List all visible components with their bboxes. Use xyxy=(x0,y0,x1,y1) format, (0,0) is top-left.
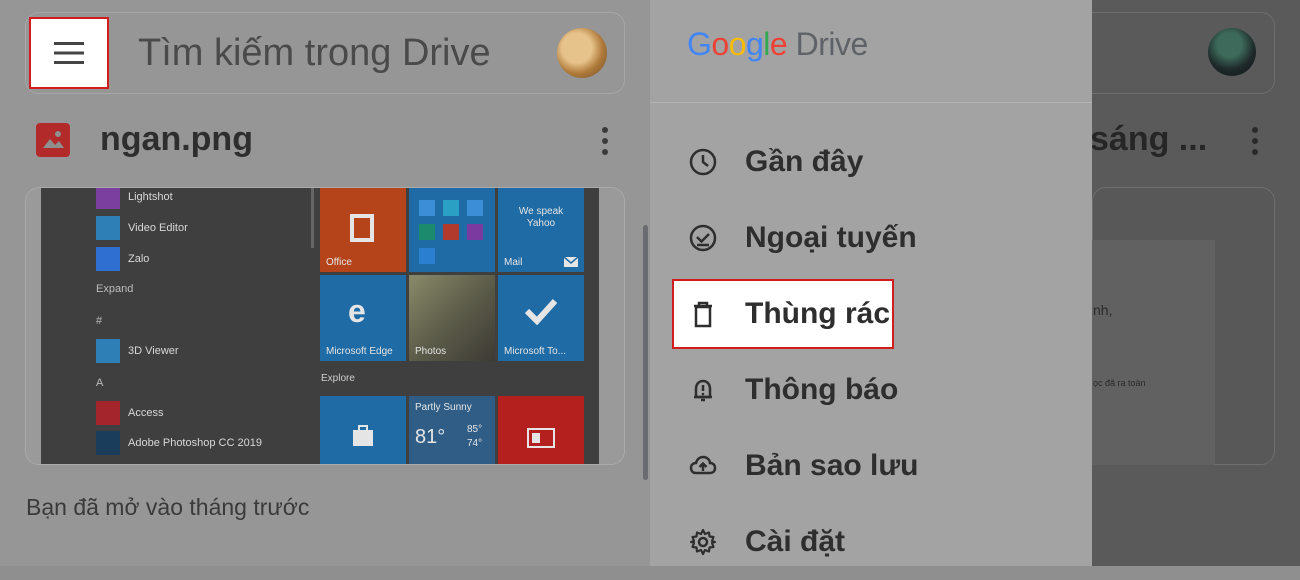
cloud-upload-icon xyxy=(689,455,717,475)
file-name[interactable]: ngan.png xyxy=(100,120,253,159)
list-item: 3D Viewer xyxy=(96,339,179,363)
more-options-icon[interactable] xyxy=(592,124,618,158)
list-item: Access xyxy=(96,401,163,425)
bell-icon xyxy=(694,379,712,402)
offline-check-icon xyxy=(689,224,717,252)
apps-group-tile xyxy=(409,188,495,272)
expand-label: Expand xyxy=(96,283,134,295)
trash-icon xyxy=(694,301,712,328)
office-tile: Office xyxy=(320,188,406,272)
scrollbar[interactable] xyxy=(643,225,648,480)
divider xyxy=(650,102,1092,103)
section-letter: # xyxy=(96,315,103,327)
background-file-name: sáng ... xyxy=(1090,120,1208,158)
menu-icon xyxy=(54,42,84,64)
drawer-item-notifications[interactable]: Thông báo xyxy=(650,352,1092,428)
drawer-item-label: Bản sao lưu xyxy=(745,449,919,482)
hamburger-menu-button[interactable] xyxy=(29,17,109,89)
drawer-item-label: Cài đặt xyxy=(745,525,846,558)
list-item: Adobe Photoshop CC 2019 xyxy=(96,431,262,455)
drawer-item-label: Thùng rác xyxy=(745,297,891,330)
mail-tile: We speak Yahoo Mail xyxy=(498,188,584,272)
more-options-icon xyxy=(1252,127,1258,155)
drawer-item-label: Thông báo xyxy=(745,373,899,406)
section-letter: A xyxy=(96,377,104,389)
last-opened-caption: Bạn đã mở vào tháng trước xyxy=(26,494,310,520)
clock-icon xyxy=(689,148,717,176)
start-menu-screenshot: Lightshot Video Editor Zalo Expand # 3D … xyxy=(41,188,599,464)
background-doc-text: nh, xyxy=(1093,302,1113,318)
drawer-item-settings[interactable]: Cài đặt xyxy=(650,504,1092,580)
background-doc-text: ọc đã ra toàn xyxy=(1093,378,1146,388)
background-document xyxy=(1092,240,1215,465)
store-tile xyxy=(320,396,406,464)
google-drive-logo: Google Drive xyxy=(687,26,868,62)
todo-tile: Microsoft To... xyxy=(498,275,584,361)
image-file-icon xyxy=(36,123,70,157)
file-preview-card[interactable]: Lightshot Video Editor Zalo Expand # 3D … xyxy=(25,187,625,465)
start-scrollbar xyxy=(311,188,314,248)
news-tile xyxy=(498,396,584,464)
avatar xyxy=(1208,28,1256,76)
list-item: Video Editor xyxy=(96,216,188,240)
drawer-item-offline[interactable]: Ngoại tuyến xyxy=(650,200,1092,276)
drawer-item-trash[interactable]: Thùng rác xyxy=(650,276,1092,352)
edge-tile: e Microsoft Edge xyxy=(320,275,406,361)
photos-tile: Photos xyxy=(409,275,495,361)
list-item: Zalo xyxy=(96,247,149,271)
avatar[interactable] xyxy=(557,28,607,78)
drawer-item-backups[interactable]: Bản sao lưu xyxy=(650,428,1092,504)
list-item: Lightshot xyxy=(96,188,173,209)
weather-tile: Partly Sunny 81° 85° 74° xyxy=(409,396,495,464)
drawer-item-recent[interactable]: Gần đây xyxy=(650,124,1092,200)
search-input[interactable]: Tìm kiếm trong Drive xyxy=(138,32,491,75)
drawer-item-label: Gần đây xyxy=(745,145,864,178)
drawer-item-label: Ngoại tuyến xyxy=(745,221,917,254)
gear-icon xyxy=(689,528,717,556)
explore-label: Explore xyxy=(321,373,355,384)
